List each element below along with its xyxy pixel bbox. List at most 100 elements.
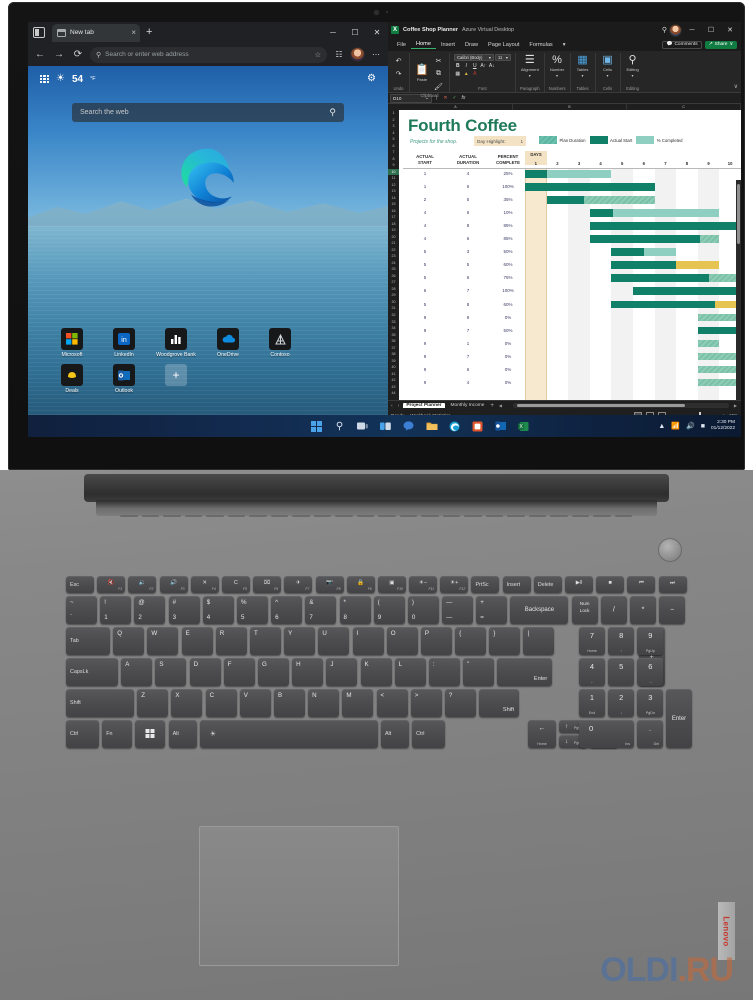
key-2[interactable]: @2 — [134, 596, 166, 624]
excel-file-name[interactable]: Coffee Shop Planner — [403, 27, 458, 33]
key-numpad-2[interactable]: 2 ↓ — [608, 689, 635, 717]
redo-icon[interactable]: ↷ — [392, 67, 405, 80]
key-s[interactable]: S — [155, 658, 187, 686]
key-7[interactable]: & 7 — [305, 596, 337, 624]
cell-actual-duration[interactable]: 6 — [447, 210, 489, 215]
cell-percent-complete[interactable]: 85% — [491, 223, 525, 228]
cell-percent-complete[interactable]: 60% — [491, 262, 525, 267]
cell-actual-duration[interactable]: 8 — [447, 223, 489, 228]
refresh-icon[interactable]: ⟳ — [71, 48, 85, 62]
font-size-select[interactable]: 11 ▾ — [495, 54, 511, 61]
key-e[interactable]: E — [181, 627, 213, 655]
key-h[interactable]: H — [292, 658, 324, 686]
italic-icon[interactable]: I — [463, 62, 471, 70]
key-sym[interactable]: } — [489, 627, 521, 655]
cell-actual-duration[interactable]: 6 — [447, 367, 489, 372]
cell-percent-complete[interactable]: 0% — [491, 341, 525, 346]
cell-actual-start[interactable]: 2 — [405, 197, 445, 202]
key-9[interactable]: (9 — [373, 596, 405, 624]
key-6[interactable]: ^ 6 — [271, 596, 303, 624]
format-painter-icon[interactable]: 🖌 — [432, 80, 445, 93]
battery-icon[interactable]: ■ — [701, 423, 705, 430]
copy-icon[interactable]: ⧉ — [432, 67, 445, 80]
minimize-button[interactable]: ─ — [322, 22, 344, 43]
tab-close-icon[interactable]: × — [131, 28, 136, 37]
key-fn-f5[interactable]: C F5 — [221, 576, 250, 593]
maximize-button[interactable]: ☐ — [344, 22, 366, 43]
key-r[interactable]: R — [215, 627, 247, 655]
close-button[interactable]: ✕ — [366, 22, 388, 43]
key-insert[interactable]: Insert — [502, 576, 531, 593]
tile-onedrive[interactable]: OneDrive — [202, 328, 254, 358]
cell-actual-start[interactable]: 5 — [405, 302, 445, 307]
key-sym[interactable]: ~ ` — [66, 596, 97, 624]
excel-icon[interactable]: X — [517, 420, 530, 433]
key-numpad-7[interactable]: 7 Home — [579, 627, 605, 655]
key-fn-f6[interactable]: ⌧ F6 — [253, 576, 282, 593]
tables-caret-icon[interactable]: ▾ — [582, 73, 584, 78]
key-fn-f11[interactable]: ☀− F11 — [409, 576, 438, 593]
cells-icon[interactable]: ▣ Cells ▾ — [600, 54, 616, 78]
cell-actual-duration[interactable]: 7 — [447, 354, 489, 359]
cell-percent-complete[interactable]: 100% — [491, 288, 525, 293]
key-y[interactable]: Y — [284, 627, 316, 655]
tab-draw[interactable]: Draw — [460, 42, 483, 48]
forward-icon[interactable]: → — [52, 48, 66, 62]
key-numpad-0[interactable]: 0 Ins — [579, 720, 634, 748]
key-0[interactable]: ) 0 — [407, 596, 439, 624]
cell-actual-start[interactable]: 5 — [405, 249, 445, 254]
key-num-lock[interactable]: Num Lock — [571, 596, 598, 624]
key-ctrl-right[interactable]: Ctrl — [412, 720, 446, 748]
new-tab-button[interactable]: + — [146, 27, 152, 38]
key-arrow-left[interactable]: ← Home — [528, 720, 556, 748]
file-explorer-icon[interactable] — [425, 420, 438, 433]
more-options-icon[interactable]: ⋯ — [369, 48, 383, 62]
cell-actual-start[interactable]: 9 — [405, 328, 445, 333]
cell-actual-duration[interactable]: 8 — [447, 302, 489, 307]
key-prtsc[interactable]: PrtSc — [471, 576, 500, 593]
row-header[interactable]: 44 — [388, 390, 399, 397]
key-fn-17[interactable]: ■ — [596, 576, 625, 593]
undo-icon[interactable]: ↶ — [392, 54, 405, 67]
start-icon[interactable] — [310, 420, 323, 433]
key-1[interactable]: ! 1 — [100, 596, 132, 624]
taskbar-clock[interactable]: 2:30 PM 01/12/2022 — [711, 420, 735, 431]
cell-percent-complete[interactable]: 0% — [491, 380, 525, 385]
cells-caret-icon[interactable]: ▾ — [607, 73, 609, 78]
key-w[interactable]: W — [147, 627, 179, 655]
gear-icon[interactable]: ⚙ — [367, 74, 376, 84]
chevron-up-icon[interactable]: ▲ — [658, 423, 665, 430]
key-numpad-8[interactable]: 8 ↑ — [608, 627, 635, 655]
key-k[interactable]: K — [360, 658, 392, 686]
user-avatar[interactable] — [670, 24, 681, 36]
key-g[interactable]: G — [257, 658, 289, 686]
outlook-icon[interactable] — [494, 420, 507, 433]
address-bar[interactable]: ⚲ Search or enter web address ☆ — [90, 46, 327, 63]
cell-actual-duration[interactable]: 7 — [447, 288, 489, 293]
cell-percent-complete[interactable]: 35% — [491, 197, 525, 202]
key-t[interactable]: T — [249, 627, 281, 655]
key-sym[interactable]: | — [523, 627, 555, 655]
tile-microsoft[interactable]: Microsoft — [46, 328, 98, 358]
cell-actual-start[interactable]: 9 — [405, 367, 445, 372]
cell-actual-duration[interactable]: 6 — [447, 275, 489, 280]
tile-deals[interactable]: Deals — [46, 364, 98, 394]
key-sym[interactable]: + = — [476, 596, 508, 624]
key-fn-f10[interactable]: ▣ F10 — [377, 576, 406, 593]
font-name-select[interactable]: Calibri (Body) ▾ — [454, 54, 494, 61]
cell-actual-duration[interactable]: 1 — [447, 341, 489, 346]
cell-percent-complete[interactable]: 50% — [491, 249, 525, 254]
task-view-icon[interactable] — [356, 420, 369, 433]
key-sym[interactable]: — — — [442, 596, 474, 624]
ribbon-tabs-more-icon[interactable]: ▾ — [558, 42, 571, 48]
network-icon[interactable]: 📶 — [671, 423, 680, 430]
key-fn-18[interactable]: ⏮ — [627, 576, 656, 593]
borders-icon[interactable]: ▦ — [454, 71, 462, 79]
prev-sheet-icon[interactable]: ‹ — [390, 403, 394, 409]
key-u[interactable]: U — [318, 627, 350, 655]
cell-percent-complete[interactable]: 25% — [491, 171, 525, 176]
key-ctrl-left[interactable]: Ctrl — [66, 720, 99, 748]
cell-percent-complete[interactable]: 0% — [491, 354, 525, 359]
alignment-icon[interactable]: ☰ Alignment ▾ — [521, 54, 539, 78]
add-sheet-icon[interactable]: + — [490, 403, 494, 409]
